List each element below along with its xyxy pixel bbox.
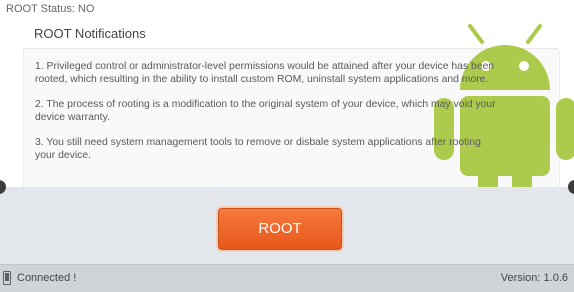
root-button[interactable]: ROOT [218,208,342,250]
notifications-title: ROOT Notifications [34,26,146,41]
root-status-text: ROOT Status: NO [6,3,95,15]
status-bar: Connected ! Version: 1.0.6 [0,264,574,292]
right-panel-handle [568,180,574,194]
notification-item-3: 3. You still need system management tool… [35,137,481,161]
connection-status: Connected ! [17,272,77,284]
phone-icon [3,271,11,285]
version-label: Version: 1.0.6 [500,272,568,284]
notification-item-1: 1. Privileged control or administrator-l… [35,61,495,85]
notification-panel: ROOT Status: NO ROOT Notifications 1. Pr… [0,0,574,187]
notification-item-2: 2. The process of rooting is a modificat… [35,99,496,123]
